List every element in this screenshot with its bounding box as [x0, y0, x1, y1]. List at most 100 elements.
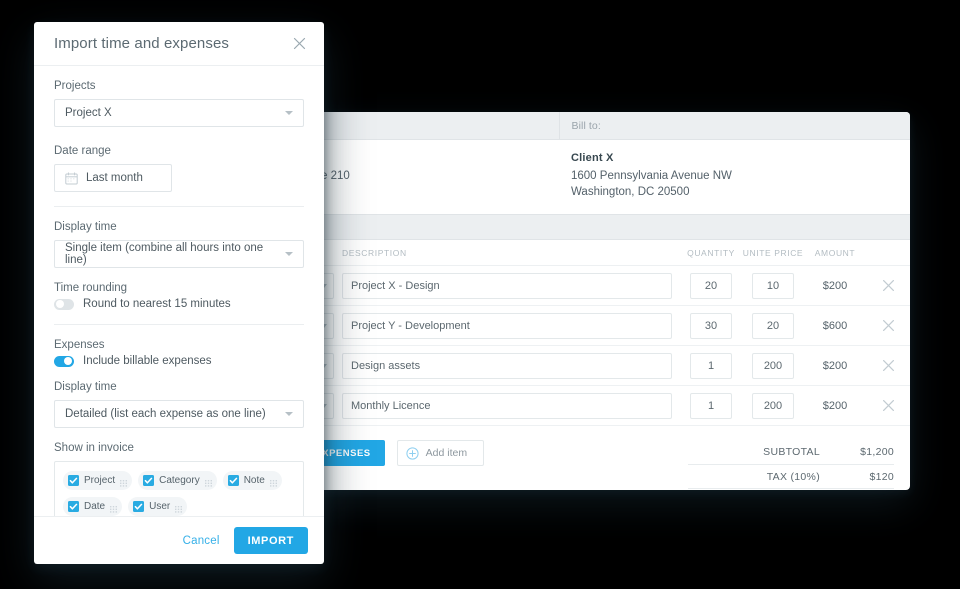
row-unit-price-value: 10	[766, 279, 780, 292]
row-amount-value: $200	[822, 279, 848, 292]
dialog-header: Import time and expenses	[34, 22, 324, 66]
show-in-invoice-chip[interactable]: Project	[63, 471, 133, 490]
row-quantity-value: 1	[707, 399, 715, 412]
checkbox-checked-icon[interactable]	[68, 501, 79, 512]
row-description-value: Project X - Design	[351, 279, 440, 292]
row-amount-value: $200	[822, 359, 848, 372]
time-rounding-toggle-label: Round to nearest 15 minutes	[83, 298, 231, 310]
show-in-invoice-chip[interactable]: Note	[222, 471, 282, 490]
row-description-cell: Project Y - Development	[334, 312, 680, 339]
projects-value: Project X	[65, 107, 112, 119]
chevron-down-icon	[285, 252, 293, 256]
row-unit-price-cell: 20	[742, 312, 804, 339]
row-quantity-input[interactable]: 1	[690, 392, 732, 419]
projects-label: Projects	[54, 80, 96, 92]
expenses-label: Expenses	[54, 339, 105, 351]
time-rounding-toggle[interactable]	[54, 298, 74, 310]
dialog-footer: Cancel IMPORT	[34, 516, 324, 564]
row-unit-price-input[interactable]: 200	[752, 352, 794, 379]
display-time-hours-select[interactable]: Single item (combine all hours into one …	[54, 240, 304, 268]
row-description-cell: Project X - Design	[334, 272, 680, 299]
chip-label: Category	[159, 475, 200, 486]
dialog-title: Import time and expenses	[54, 35, 229, 52]
drag-dots-icon[interactable]	[269, 476, 277, 487]
chip-label: Note	[243, 475, 265, 486]
display-time-hours-value: Single item (combine all hours into one …	[65, 242, 264, 266]
bill-to-address-line-2: Washington, DC 20500	[571, 186, 690, 198]
add-item-button[interactable]: Add item	[396, 440, 485, 466]
import-dialog: Import time and expenses Projects Projec…	[34, 22, 324, 564]
include-billable-expenses-label: Include billable expenses	[83, 355, 212, 367]
checkbox-checked-icon[interactable]	[68, 475, 79, 486]
cancel-button[interactable]: Cancel	[169, 535, 234, 547]
drag-dots-icon[interactable]	[175, 502, 183, 513]
show-in-invoice-chip[interactable]: Date	[63, 497, 123, 516]
column-header-description: DESCRIPTION	[342, 247, 407, 258]
bill-to-block: Client X 1600 Pennsylvania Avenue NW Was…	[559, 152, 910, 200]
dialog-body: Projects Project X Date range Last month	[34, 66, 324, 516]
delete-row-icon[interactable]	[866, 359, 910, 372]
drag-dots-icon[interactable]	[204, 476, 212, 487]
checkbox-checked-icon[interactable]	[133, 501, 145, 512]
show-in-invoice-chips: Project Category Note Date User	[54, 461, 304, 516]
bill-to-address-line-1: 1600 Pennsylvania Avenue NW	[571, 170, 732, 182]
display-time-hours-label: Display time	[54, 221, 117, 233]
row-amount-value: $600	[822, 319, 848, 332]
row-description-input[interactable]: Monthly Licence	[342, 392, 672, 419]
row-description-cell: Monthly Licence	[334, 392, 680, 419]
row-quantity-cell: 1	[680, 392, 742, 419]
row-unit-price-value: 200	[763, 359, 783, 372]
row-quantity-input[interactable]: 1	[690, 352, 732, 379]
row-description-value: Project Y - Development	[351, 319, 470, 332]
row-description-input[interactable]: Project X - Design	[342, 272, 672, 299]
close-icon[interactable]	[288, 33, 310, 55]
total-label: TAX (10%)	[766, 470, 820, 483]
delete-row-icon[interactable]	[866, 319, 910, 332]
display-time-expenses-value: Detailed (list each expense as one line)	[65, 408, 266, 420]
row-unit-price-input[interactable]: 10	[752, 272, 794, 299]
total-value: $120	[869, 470, 894, 483]
row-description-cell: Design assets	[334, 352, 680, 379]
row-quantity-value: 20	[704, 279, 718, 292]
row-amount-value: $200	[822, 399, 848, 412]
toggle-knob	[56, 300, 64, 308]
checkbox-checked-icon[interactable]	[143, 475, 155, 486]
screen: Bill from: Bill to: DING 00 Geng Road, S…	[0, 0, 960, 589]
row-description-input[interactable]: Project Y - Development	[342, 312, 672, 339]
add-item-label: Add item	[425, 447, 468, 459]
chip-label: User	[149, 501, 171, 512]
show-in-invoice-chip[interactable]: Category	[138, 471, 217, 490]
expenses-toggle-row[interactable]: Include billable expenses	[54, 355, 304, 367]
row-quantity-input[interactable]: 30	[690, 312, 732, 339]
column-header-quantity: QUANTITY	[687, 247, 735, 258]
row-description-value: Design assets	[351, 359, 421, 372]
display-time-expenses-label: Display time	[54, 381, 117, 393]
row-unit-price-value: 200	[763, 399, 783, 412]
date-range-label: Date range	[54, 145, 111, 157]
row-description-input[interactable]: Design assets	[342, 352, 672, 379]
time-rounding-label: Time rounding	[54, 282, 128, 294]
divider-2	[54, 324, 304, 325]
drag-dots-icon[interactable]	[120, 476, 128, 487]
row-unit-price-cell: 200	[742, 352, 804, 379]
display-time-expenses-select[interactable]: Detailed (list each expense as one line)	[54, 400, 304, 428]
delete-row-icon[interactable]	[866, 279, 910, 292]
row-description-value: Monthly Licence	[351, 399, 431, 412]
drag-dots-icon[interactable]	[110, 502, 118, 513]
chip-label: Project	[84, 475, 116, 486]
row-quantity-cell: 30	[680, 312, 742, 339]
checkbox-checked-icon[interactable]	[227, 475, 239, 486]
delete-row-icon[interactable]	[866, 399, 910, 412]
chip-label: Date	[84, 501, 106, 512]
show-in-invoice-chip[interactable]: User	[128, 497, 188, 516]
row-quantity-input[interactable]: 20	[690, 272, 732, 299]
date-range-field[interactable]: Last month	[54, 164, 172, 192]
time-rounding-toggle-row[interactable]: Round to nearest 15 minutes	[54, 298, 304, 310]
import-button[interactable]: IMPORT	[233, 527, 308, 554]
column-header-unit-price: UNITE PRICE	[742, 247, 804, 258]
row-unit-price-input[interactable]: 20	[752, 312, 794, 339]
projects-select[interactable]: Project X	[54, 99, 304, 127]
show-in-invoice-label: Show in invoice	[54, 442, 134, 454]
include-billable-expenses-toggle[interactable]	[54, 355, 74, 367]
row-unit-price-input[interactable]: 200	[752, 392, 794, 419]
